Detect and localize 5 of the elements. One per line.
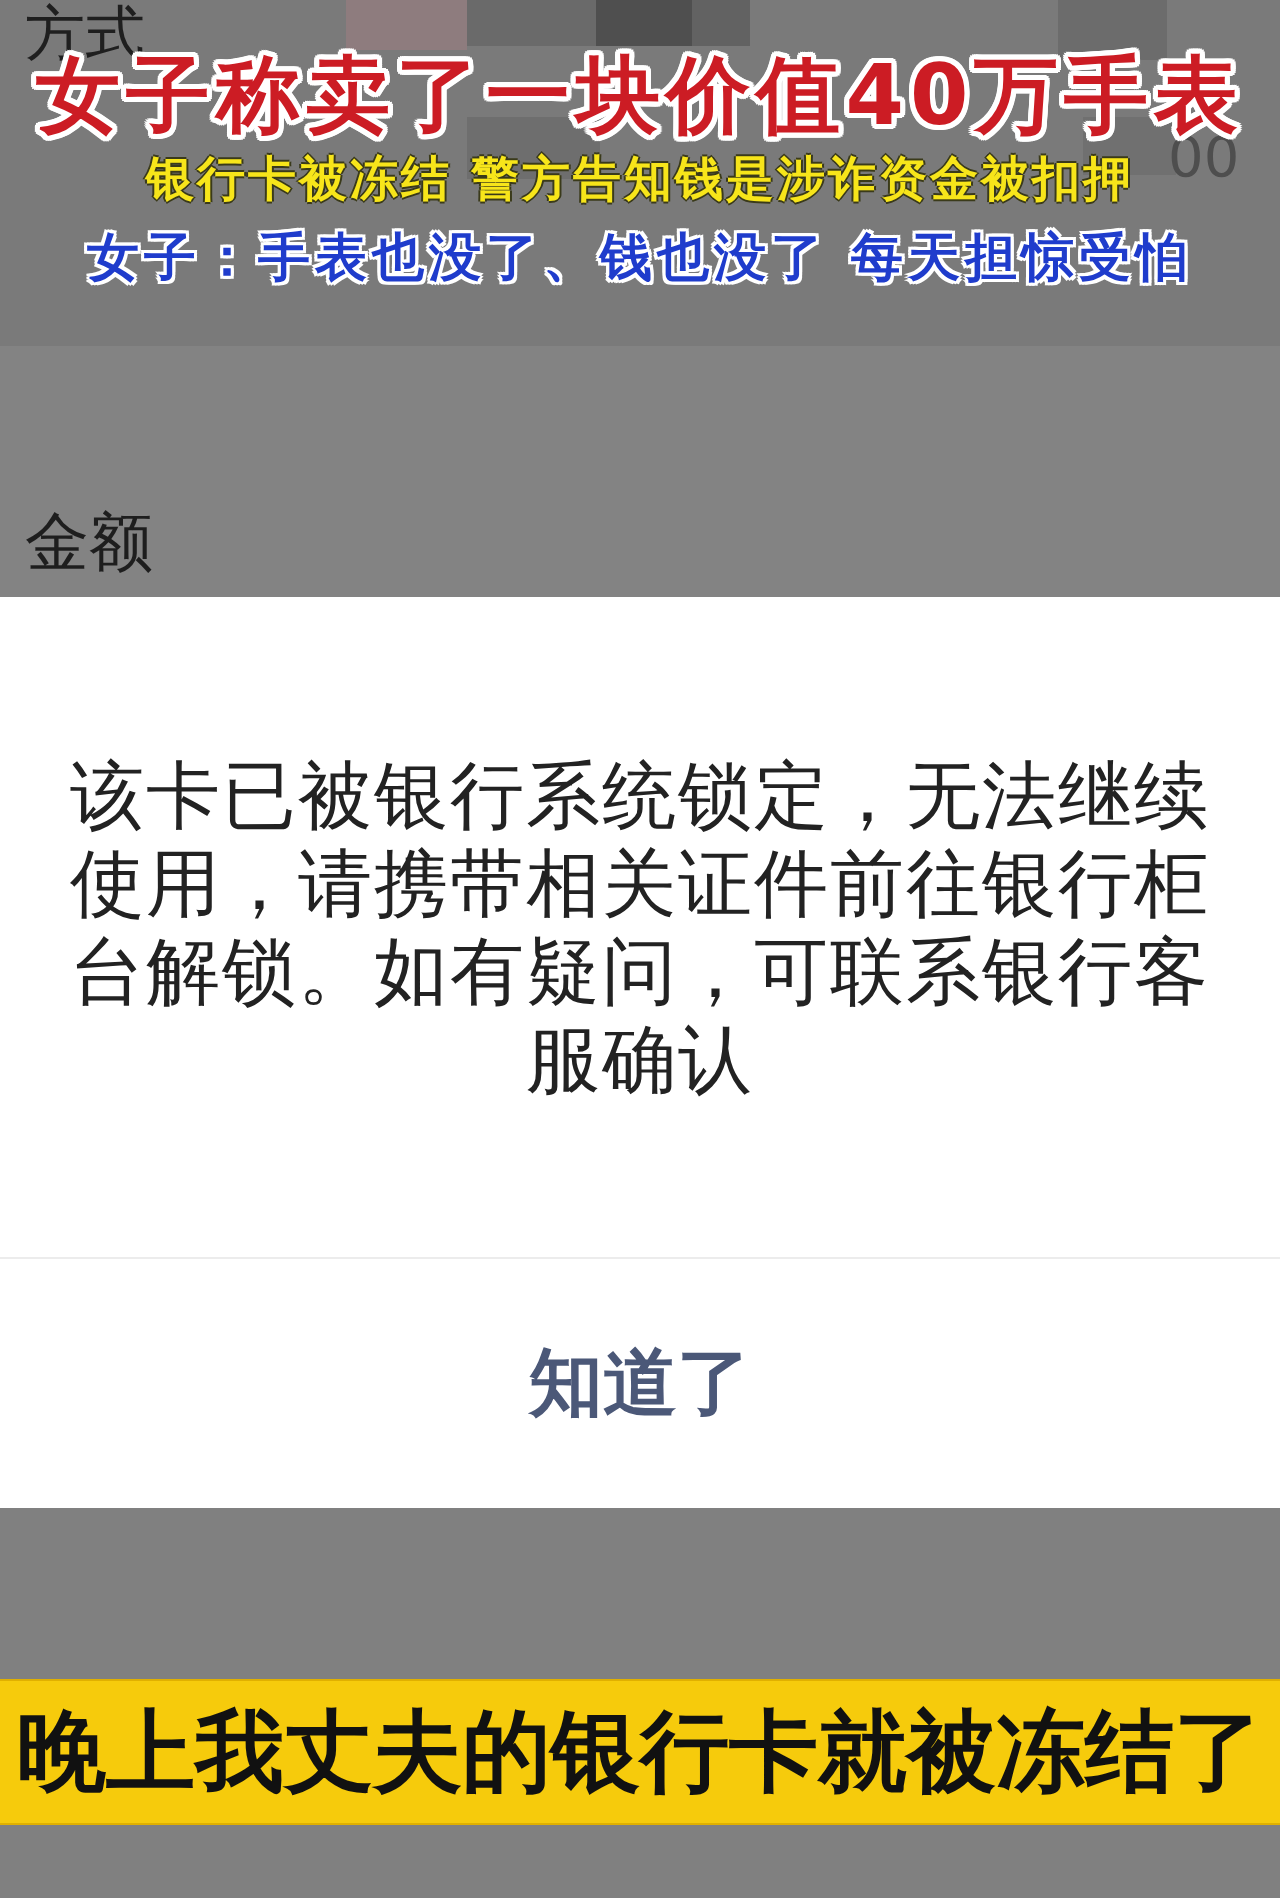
quote-caption: 女子：手表也没了、钱也没了 每天担惊受怕 — [86, 227, 1194, 287]
dialog-message: 该卡已被银行系统锁定，无法继续使用，请携带相关证件前往银行柜台解锁。如有疑问，可联系银行客服确认 — [69, 751, 1211, 1103]
form-label: 金额 — [25, 510, 153, 574]
subline-caption: 银行卡被冻结 警方告知钱是涉诈资金被扣押 — [145, 150, 1135, 206]
subtitle-caption: 晚上我丈夫的银行卡就被冻结了 — [0, 1679, 1280, 1825]
